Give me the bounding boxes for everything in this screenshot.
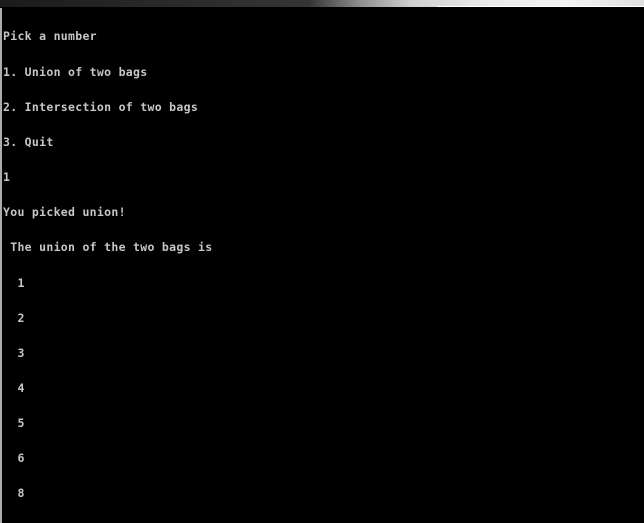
console-line: 1 <box>3 275 25 290</box>
window-left-border <box>0 8 2 523</box>
console-line: Pick a number <box>3 29 97 44</box>
console-line: 3. Quit <box>3 134 54 149</box>
console-line: 1 <box>3 170 11 185</box>
console-line: 5 <box>3 416 25 431</box>
console-line: 2. Intersection of two bags <box>3 99 199 114</box>
console-output-area[interactable]: Pick a number 1. Union of two bags 2. In… <box>3 8 641 523</box>
console-line: 6 <box>3 451 25 466</box>
console-line: The union of the two bags is <box>3 240 213 255</box>
console-line: 2 <box>3 310 25 325</box>
console-line: You picked union! <box>3 205 126 220</box>
console-line: 1. Union of two bags <box>3 64 148 79</box>
console-line: 4 <box>3 381 25 395</box>
console-line: 3 <box>3 345 25 360</box>
console-window[interactable]: Pick a number 1. Union of two bags 2. In… <box>0 0 644 523</box>
console-line: 8 <box>3 486 25 501</box>
